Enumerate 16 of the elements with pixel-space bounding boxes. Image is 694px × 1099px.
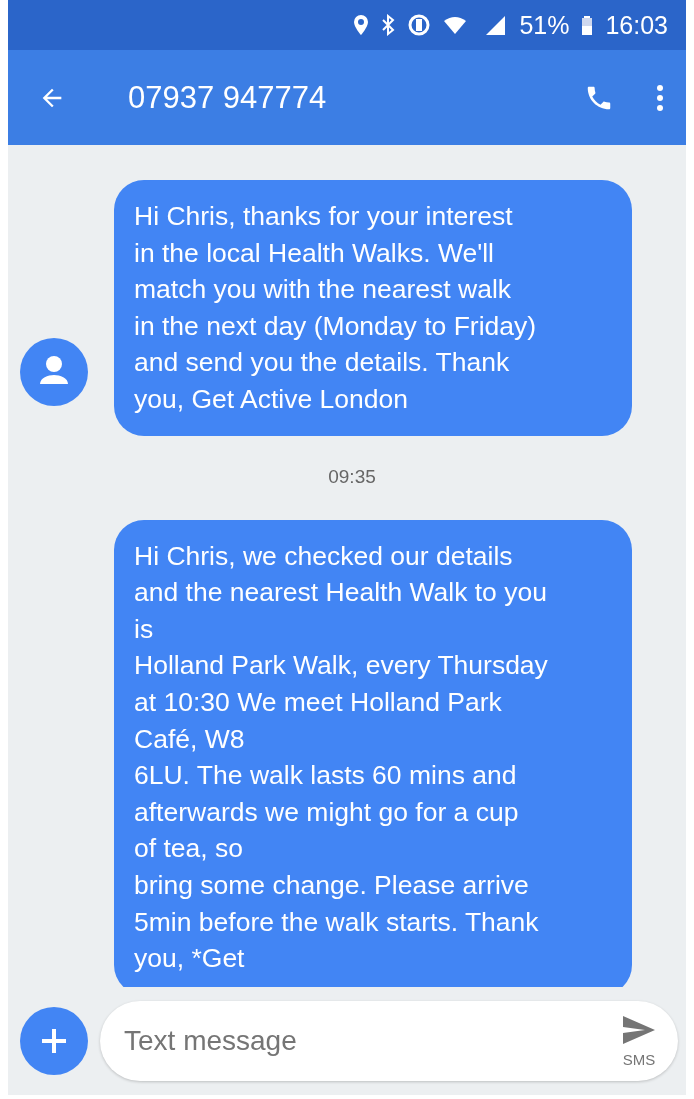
send-button[interactable]: SMS — [622, 1014, 656, 1068]
message-input[interactable]: Text message SMS — [100, 1001, 678, 1081]
send-icon — [622, 1014, 656, 1045]
message-time: 09:35 — [327, 465, 377, 488]
contact-avatar-icon — [20, 337, 88, 406]
location-icon — [353, 14, 370, 36]
battery-icon — [581, 14, 594, 36]
message-bubble: Hi Chris, we checked our details and the nearest Health Walk to you is Holland Park Walk, every Thursday at 10:30 We meet Holland Park Café, W8 6LU. The walk lasts 60 mins and afterwards we might go for a cup of tea, so bring some change. Please arrive 5min before the walk starts. Thank you, *Get — [114, 519, 632, 987]
bluetooth-icon — [381, 14, 396, 36]
message-bubble: Hi Chris, thanks for your interest in the local Health Walks. We'll match you with the nearest walk in the next day (Monday to Friday) and send you the details. Thank you, Get Active London — [114, 180, 632, 436]
add-button[interactable] — [20, 1007, 88, 1075]
contact-number: 07937 947774 — [128, 79, 328, 116]
battery-percent: 51% — [519, 10, 570, 40]
clock: 16:03 — [605, 10, 668, 40]
more-options-icon[interactable] — [656, 82, 664, 113]
circle-icon — [407, 14, 432, 36]
